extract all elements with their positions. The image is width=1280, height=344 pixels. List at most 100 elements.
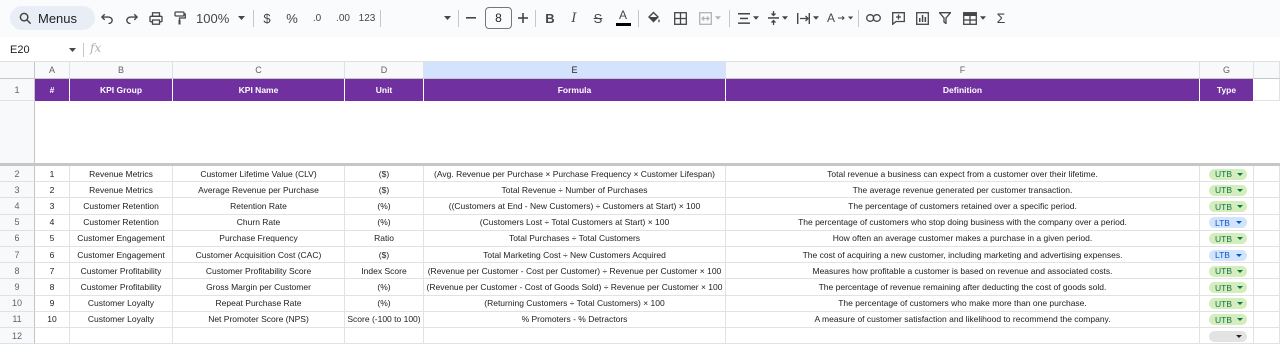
cell-group[interactable]: Customer Profitability: [70, 279, 173, 296]
bold-icon[interactable]: B: [542, 7, 558, 29]
cell-name[interactable]: Retention Rate: [173, 198, 345, 215]
header-cell-unit[interactable]: Unit: [345, 79, 424, 101]
empty-cell[interactable]: [1254, 263, 1280, 280]
cell-num[interactable]: 10: [35, 311, 70, 328]
cell-num[interactable]: 2: [35, 182, 70, 199]
cell-name[interactable]: Customer Lifetime Value (CLV): [173, 166, 345, 183]
header-cell-num[interactable]: #: [35, 79, 70, 101]
type-dropdown-chip[interactable]: UTB: [1209, 298, 1247, 310]
italic-icon[interactable]: I: [566, 7, 582, 29]
header-cell-formula[interactable]: Formula: [424, 79, 726, 101]
type-dropdown-chip[interactable]: UTB: [1209, 233, 1247, 245]
cell-num[interactable]: 6: [35, 247, 70, 264]
cell-num[interactable]: 4: [35, 214, 70, 231]
insert-link-icon[interactable]: [864, 7, 882, 29]
empty-cell[interactable]: [726, 328, 1200, 344]
row-header-5[interactable]: 5: [0, 214, 35, 231]
empty-cell[interactable]: [1254, 328, 1280, 344]
font-family-select[interactable]: [383, 7, 455, 29]
text-wrapping-icon[interactable]: [796, 7, 820, 29]
text-rotation-icon[interactable]: A: [827, 7, 853, 29]
cell-formula[interactable]: (Revenue per Customer - Cost of Goods So…: [424, 279, 726, 296]
cell-formula[interactable]: (Returning Customers ÷ Total Customers) …: [424, 295, 726, 312]
type-dropdown-chip[interactable]: UTB: [1209, 184, 1247, 196]
empty-cell[interactable]: [345, 328, 424, 344]
increase-decimal-button[interactable]: .00: [333, 7, 353, 29]
decrease-decimal-button[interactable]: .0: [308, 7, 326, 29]
column-header-f[interactable]: F: [726, 62, 1200, 79]
row-header-10[interactable]: 10: [0, 295, 35, 312]
formula-input[interactable]: [110, 41, 1270, 59]
cell-definition[interactable]: Measures how profitable a customer is ba…: [726, 263, 1200, 280]
borders-icon[interactable]: [671, 7, 689, 29]
cell-unit[interactable]: Ratio: [345, 230, 424, 247]
cell-name[interactable]: Customer Profitability Score: [173, 263, 345, 280]
row-header-12[interactable]: 12: [0, 328, 35, 344]
cell-unit[interactable]: ($): [345, 182, 424, 199]
cell-group[interactable]: Customer Loyalty: [70, 295, 173, 312]
column-header-g[interactable]: G: [1200, 62, 1254, 79]
row-header-3[interactable]: 3: [0, 182, 35, 199]
empty-cell[interactable]: [1254, 279, 1280, 296]
type-dropdown-chip[interactable]: LTB: [1209, 217, 1247, 229]
text-color-icon[interactable]: A: [614, 7, 632, 29]
cell-unit[interactable]: ($): [345, 247, 424, 264]
fill-color-icon[interactable]: [645, 7, 663, 29]
column-header-a[interactable]: A: [35, 62, 70, 79]
cell-definition[interactable]: The percentage of customers retained ove…: [726, 198, 1200, 215]
cell-unit[interactable]: (%): [345, 198, 424, 215]
empty-cell[interactable]: [173, 328, 345, 344]
filter-icon[interactable]: [937, 7, 953, 29]
column-header-e[interactable]: E: [424, 62, 726, 79]
column-header-c[interactable]: C: [173, 62, 345, 79]
font-size-input[interactable]: 8: [485, 7, 512, 29]
row-header-7[interactable]: 7: [0, 247, 35, 264]
menus-search-button[interactable]: Menus: [10, 6, 95, 30]
redo-icon[interactable]: [123, 7, 139, 29]
cell-formula[interactable]: ((Customers at End - New Customers) ÷ Cu…: [424, 198, 726, 215]
empty-cell[interactable]: [1254, 166, 1280, 183]
decrease-font-size-button[interactable]: [464, 7, 478, 29]
row-header-4[interactable]: 4: [0, 198, 35, 215]
cell-group[interactable]: Customer Engagement: [70, 230, 173, 247]
cell-formula[interactable]: Total Revenue ÷ Number of Purchases: [424, 182, 726, 199]
empty-cell[interactable]: [1254, 214, 1280, 231]
cell-formula[interactable]: (Revenue per Customer - Cost per Custome…: [424, 263, 726, 280]
column-header-b[interactable]: B: [70, 62, 173, 79]
cell-definition[interactable]: The percentage of customers who make mor…: [726, 295, 1200, 312]
column-header-d[interactable]: D: [345, 62, 424, 79]
type-dropdown-chip-empty[interactable]: [1209, 330, 1247, 342]
header-cell-group[interactable]: KPI Group: [70, 79, 173, 101]
cell-definition[interactable]: The percentage of revenue remaining afte…: [726, 279, 1200, 296]
empty-cell[interactable]: [1254, 182, 1280, 199]
cell-name[interactable]: Gross Margin per Customer: [173, 279, 345, 296]
cell-formula[interactable]: (Customers Lost ÷ Total Customers at Sta…: [424, 214, 726, 231]
header-cell-name[interactable]: KPI Name: [173, 79, 345, 101]
cell-definition[interactable]: The percentage of customers who stop doi…: [726, 214, 1200, 231]
strikethrough-icon[interactable]: S: [590, 7, 606, 29]
type-dropdown-chip[interactable]: UTB: [1209, 265, 1247, 277]
undo-icon[interactable]: [99, 7, 115, 29]
cell-num[interactable]: 5: [35, 230, 70, 247]
cell-name[interactable]: Average Revenue per Purchase: [173, 182, 345, 199]
cell-num[interactable]: 8: [35, 279, 70, 296]
type-dropdown-chip[interactable]: UTB: [1209, 201, 1247, 212]
cell-group[interactable]: Customer Retention: [70, 198, 173, 215]
type-dropdown-chip[interactable]: UTB: [1209, 168, 1247, 180]
cell-definition[interactable]: Total revenue a business can expect from…: [726, 166, 1200, 183]
filter-views-icon[interactable]: [960, 7, 988, 29]
row-header-1[interactable]: 1: [0, 79, 35, 101]
cell-group[interactable]: Customer Profitability: [70, 263, 173, 280]
number-format-button[interactable]: 123: [358, 7, 376, 29]
insert-chart-icon[interactable]: [913, 7, 931, 29]
row-header-6[interactable]: 6: [0, 230, 35, 247]
cell-group[interactable]: Customer Engagement: [70, 247, 173, 264]
cell-num[interactable]: 7: [35, 263, 70, 280]
cell-formula[interactable]: Total Purchases ÷ Total Customers: [424, 230, 726, 247]
paint-format-icon[interactable]: [172, 7, 188, 29]
cell-unit[interactable]: (%): [345, 295, 424, 312]
header-cell-definition[interactable]: Definition: [726, 79, 1200, 101]
header-cell-type[interactable]: Type: [1200, 79, 1254, 101]
type-dropdown-chip[interactable]: UTB: [1209, 282, 1247, 293]
cell-unit[interactable]: Index Score: [345, 263, 424, 280]
